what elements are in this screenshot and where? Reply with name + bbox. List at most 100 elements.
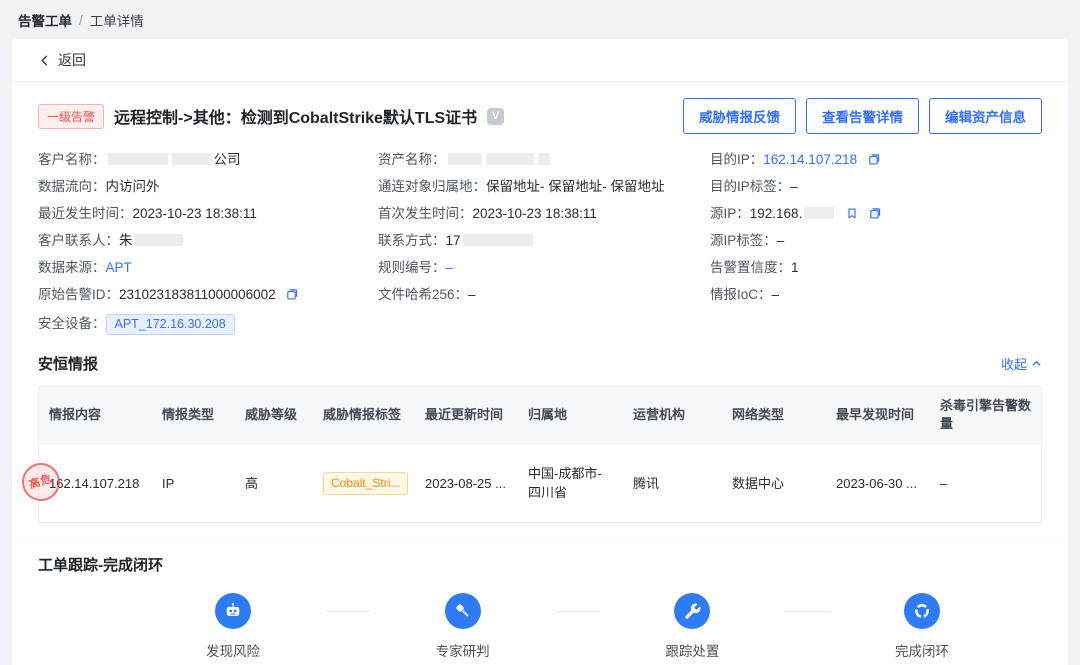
- column-header: 归属地: [518, 387, 623, 444]
- field-value: –: [468, 287, 476, 302]
- redacted-text: [135, 234, 183, 246]
- field-label: 数据流向：: [38, 179, 106, 194]
- field-src-ip: 源IP：192.168.: [710, 206, 1042, 221]
- collapse-label: 收起: [1001, 354, 1027, 373]
- title-actions: 威胁情报反馈 查看告警详情 编辑资产信息: [683, 98, 1042, 134]
- field-value: 内访问外: [106, 179, 160, 194]
- field-contact-person: 客户联系人：朱: [38, 233, 378, 248]
- chevron-up-icon: [1031, 358, 1042, 369]
- view-alert-detail-button[interactable]: 查看告警详情: [806, 98, 919, 134]
- alert-details-grid: 客户名称：公司 数据流向：内访问外 最近发生时间：2023-10-23 18:3…: [12, 142, 1068, 341]
- field-label: 源IP：: [710, 206, 750, 221]
- field-rule-no: 规则编号：–: [378, 260, 710, 275]
- field-value: 2023-10-23 18:38:11: [473, 206, 597, 221]
- threat-intel-feedback-button[interactable]: 威胁情报反馈: [683, 98, 796, 134]
- intel-table: 情报内容 情报类型 威胁等级 威胁情报标签 最近更新时间 归属地 运营机构 网络…: [38, 386, 1042, 523]
- intel-section-title: 安恒情报: [38, 353, 98, 374]
- back-button[interactable]: 返回: [12, 39, 1068, 82]
- field-label: 客户联系人：: [38, 233, 119, 248]
- field-value: 公司: [214, 152, 241, 167]
- column-header: 网络类型: [722, 387, 826, 444]
- cell-threat-level: 高: [235, 444, 313, 523]
- chevron-left-icon: [38, 54, 51, 67]
- timeline-step-expert-judge: 专家研判 2023-10-23 19:00:18: [397, 593, 529, 665]
- gavel-icon: [445, 593, 481, 629]
- field-label: 目的IP：: [710, 152, 763, 167]
- breadcrumb-parent[interactable]: 告警工单: [18, 10, 72, 30]
- redacted-text: [804, 207, 834, 219]
- step-label: 发现风险: [206, 640, 260, 660]
- bookmark-icon[interactable]: [846, 207, 858, 220]
- field-value: 朱: [119, 233, 133, 248]
- tracking-timeline: 发现风险 2023-10-23 18:39:35 专家研判 2023-10-23…: [12, 581, 1068, 665]
- copy-icon[interactable]: [285, 288, 298, 301]
- field-customer-name: 客户名称： 公司: [38, 152, 378, 167]
- redacted-text: [486, 153, 534, 165]
- field-asset-name: 资产名称：: [378, 152, 710, 167]
- timeline-step-discover-risk: 发现风险 2023-10-23 18:39:35: [167, 593, 299, 665]
- severity-badge: 一级告警: [38, 104, 104, 129]
- intel-ip-value: 162.14.107.218: [49, 476, 139, 491]
- collapse-link[interactable]: 收起: [1001, 354, 1042, 373]
- threat-intel-tag: Cobalt_Stri...: [323, 472, 408, 495]
- cell-av-alert-count: –: [930, 444, 1041, 523]
- cell-location: 中国-成都市-四川省: [518, 444, 623, 523]
- field-value: 192.168.: [750, 206, 803, 221]
- column-header: 威胁情报标签: [313, 387, 415, 444]
- step-label: 完成闭环: [895, 640, 949, 660]
- closed-loop-icon: [904, 593, 940, 629]
- dst-ip-link[interactable]: 162.14.107.218: [763, 152, 857, 167]
- field-first-occurred: 首次发生时间：2023-10-23 18:38:11: [378, 206, 710, 221]
- field-label: 目的IP标签：: [710, 179, 790, 194]
- field-value: 保留地址- 保留地址- 保留地址: [486, 179, 665, 194]
- cell-operator: 腾讯: [623, 444, 722, 523]
- field-label: 资产名称：: [378, 152, 446, 167]
- step-label: 专家研判: [436, 640, 490, 660]
- timeline-connector: [555, 611, 601, 612]
- high-risk-stamp-icon: 高危: [17, 458, 65, 506]
- tracking-section: 工单跟踪-完成闭环 发现风险 2023-10-23 18:39:35: [12, 539, 1068, 665]
- column-header: 最近更新时间: [415, 387, 518, 444]
- redacted-text: [448, 153, 482, 165]
- field-value: 17: [446, 233, 461, 248]
- field-value: 1: [791, 260, 799, 275]
- data-source-link[interactable]: APT: [106, 260, 132, 275]
- details-column-3: 目的IP：162.14.107.218 目的IP标签：– 源IP：192.168…: [710, 152, 1042, 341]
- timeline-step-close-loop: 完成闭环: [856, 593, 988, 665]
- intel-table-header-row: 情报内容 情报类型 威胁等级 威胁情报标签 最近更新时间 归属地 运营机构 网络…: [39, 387, 1041, 444]
- timeline-connector: [784, 611, 830, 612]
- timeline-connector: [325, 611, 371, 612]
- copy-icon[interactable]: [867, 153, 880, 166]
- intel-table-row: 高危 162.14.107.218 IP 高 Cobalt_Stri... 20…: [39, 444, 1041, 523]
- redacted-text: [463, 234, 533, 246]
- intel-section-header: 安恒情报 收起: [12, 341, 1068, 384]
- column-header: 威胁等级: [235, 387, 313, 444]
- cell-network-type: 数据中心: [722, 444, 826, 523]
- field-label: 源IP标签：: [710, 233, 777, 248]
- cell-earliest-time: 2023-06-30 ...: [826, 444, 930, 523]
- details-column-2: 资产名称： 通连对象归属地：保留地址- 保留地址- 保留地址 首次发生时间：20…: [378, 152, 710, 341]
- field-label: 告警置信度：: [710, 260, 791, 275]
- field-dst-ip: 目的IP：162.14.107.218: [710, 152, 1042, 167]
- field-data-source: 数据来源：APT: [38, 260, 378, 275]
- field-dst-ip-tag: 目的IP标签：–: [710, 179, 1042, 194]
- breadcrumb: 告警工单 / 工单详情: [0, 0, 1080, 39]
- field-security-device: 安全设备：APT_172.16.30.208: [38, 314, 378, 329]
- edit-asset-info-button[interactable]: 编辑资产信息: [929, 98, 1042, 134]
- field-file-hash: 文件哈希256：–: [378, 287, 710, 302]
- column-header: 情报类型: [152, 387, 235, 444]
- cell-intel-content: 高危 162.14.107.218: [39, 444, 152, 523]
- field-label: 文件哈希256：: [378, 287, 468, 302]
- workorder-detail-card: 返回 一级告警 远程控制->其他：检测到CobaltStrike默认TLS证书 …: [12, 39, 1068, 665]
- alert-title: 远程控制->其他：检测到CobaltStrike默认TLS证书: [114, 104, 477, 128]
- title-v-badge: V: [487, 108, 504, 125]
- cell-intel-tag: Cobalt_Stri...: [313, 444, 415, 523]
- redacted-text: [172, 153, 212, 165]
- copy-icon[interactable]: [868, 207, 881, 220]
- alert-title-row: 一级告警 远程控制->其他：检测到CobaltStrike默认TLS证书 V 威…: [12, 82, 1068, 142]
- field-label: 客户名称：: [38, 152, 106, 167]
- field-original-alert-id: 原始告警ID：231023183811000006002: [38, 287, 378, 302]
- field-label: 原始告警ID：: [38, 287, 119, 302]
- field-label: 首次发生时间：: [378, 206, 473, 221]
- cell-intel-type: IP: [152, 444, 235, 523]
